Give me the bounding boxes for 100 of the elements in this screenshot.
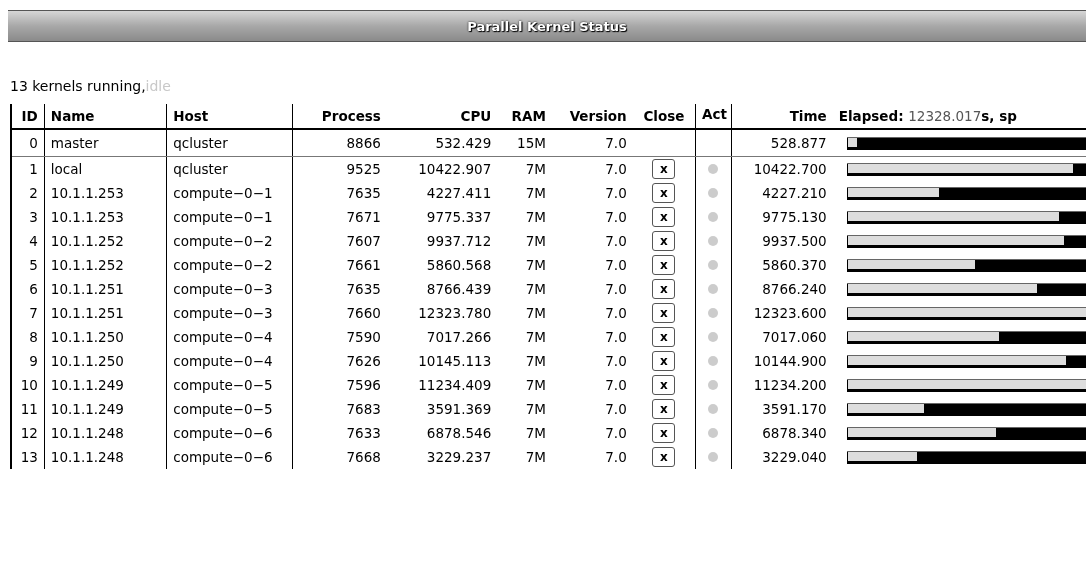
table-cell: compute−0−6 xyxy=(166,421,293,445)
table-cell: 7.0 xyxy=(551,129,633,157)
close-button[interactable]: x xyxy=(652,255,676,275)
table-cell: 7 xyxy=(11,301,45,325)
table-cell-text: 7.0 xyxy=(604,352,628,371)
table-cell: 10144.900 xyxy=(731,349,833,373)
table-cell: 12323.600 xyxy=(731,301,833,325)
close-button[interactable]: x xyxy=(652,279,676,299)
table-cell: 10422.700 xyxy=(731,156,833,181)
table-cell: qcluster xyxy=(166,129,293,157)
table-cell: 5 xyxy=(11,253,45,277)
table-cell-text: 7M xyxy=(524,424,547,443)
table-cell-text: 3591.369 xyxy=(425,400,493,419)
table-cell: 7626 xyxy=(292,349,387,373)
table-cell: 7661 xyxy=(292,253,387,277)
table-cell: master xyxy=(44,129,167,157)
table-cell: 10.1.1.249 xyxy=(44,397,167,421)
table-cell-text: 7017.266 xyxy=(425,328,493,347)
column-header: Time xyxy=(731,104,833,129)
table-cell-text: 7.0 xyxy=(604,400,628,419)
close-button[interactable]: x xyxy=(652,159,676,179)
table-cell: compute−0−2 xyxy=(166,253,293,277)
table-cell: 7M xyxy=(497,156,552,181)
close-button[interactable]: x xyxy=(652,231,676,251)
elapsed-header: Elapsed: 12328.017s, sp xyxy=(832,104,1086,129)
table-cell: compute−0−2 xyxy=(166,229,293,253)
table-cell: 7668 xyxy=(292,445,387,469)
table-cell-text: 7.0 xyxy=(604,376,628,395)
close-button[interactable]: x xyxy=(652,447,676,467)
table-cell-text: 7.0 xyxy=(604,280,628,299)
table-cell: 10 xyxy=(11,373,45,397)
table-cell: 13 xyxy=(11,445,45,469)
table-cell-text: 7.0 xyxy=(604,208,628,227)
table-cell-text: 7M xyxy=(524,352,547,371)
table-cell: compute−0−3 xyxy=(166,277,293,301)
table-cell: 3 xyxy=(11,205,45,229)
table-cell: 10422.907 xyxy=(386,156,498,181)
column-header: Close xyxy=(632,104,696,129)
table-cell: 10.1.1.251 xyxy=(44,277,167,301)
table-cell: compute−0−6 xyxy=(166,445,293,469)
table-cell: 7017.060 xyxy=(731,325,833,349)
table-cell-text: 7.0 xyxy=(604,328,628,347)
table-cell: 5860.370 xyxy=(731,253,833,277)
table-cell: 4 xyxy=(11,229,45,253)
close-button[interactable]: x xyxy=(652,183,676,203)
table-cell: compute−0−4 xyxy=(166,325,293,349)
table-cell: 10.1.1.252 xyxy=(44,229,167,253)
table-cell: qcluster xyxy=(166,156,293,181)
table-cell-text: 7M xyxy=(524,208,547,227)
column-header: CPU xyxy=(386,104,498,129)
table-cell: 10.1.1.250 xyxy=(44,325,167,349)
table-cell-text: 7.0 xyxy=(604,184,628,203)
close-button[interactable]: x xyxy=(652,303,676,323)
table-cell: 10.1.1.250 xyxy=(44,349,167,373)
close-button[interactable]: x xyxy=(652,327,676,347)
close-button[interactable]: x xyxy=(652,399,676,419)
table-cell: 1 xyxy=(11,156,45,181)
table-cell: compute−0−3 xyxy=(166,301,293,325)
close-button[interactable]: x xyxy=(652,207,676,227)
table-cell: 7683 xyxy=(292,397,387,421)
table-cell-text: 7M xyxy=(524,256,547,275)
table-cell: compute−0−4 xyxy=(166,349,293,373)
table-cell: 10.1.1.249 xyxy=(44,373,167,397)
table-cell-text: 7M xyxy=(524,376,547,395)
close-button[interactable]: x xyxy=(652,375,676,395)
table-cell: 7635 xyxy=(292,181,387,205)
table-cell: compute−0−5 xyxy=(166,397,293,421)
table-cell-text: 8766.439 xyxy=(425,280,493,299)
table-cell-text: 7M xyxy=(524,400,547,419)
table-cell: 9775.130 xyxy=(731,205,833,229)
table-cell-text: 7.0 xyxy=(604,424,628,443)
table-cell-text: 3229.237 xyxy=(425,448,493,467)
table-cell: 0 xyxy=(11,129,45,157)
table-cell-text: 7M xyxy=(524,280,547,299)
column-header: ID xyxy=(11,104,45,129)
table-cell: 7635 xyxy=(292,277,387,301)
table-cell-text: 4227.411 xyxy=(425,184,493,203)
table-cell: compute−0−1 xyxy=(166,181,293,205)
table-cell-text: 7.0 xyxy=(604,256,628,275)
close-button[interactable]: x xyxy=(652,423,676,443)
table-cell: 2 xyxy=(11,181,45,205)
table-cell-text: 7.0 xyxy=(604,304,628,323)
table-cell: 9937.500 xyxy=(731,229,833,253)
table-cell: 6878.340 xyxy=(731,421,833,445)
table-cell-text: 7M xyxy=(524,232,547,251)
table-cell: 7633 xyxy=(292,421,387,445)
close-button[interactable]: x xyxy=(652,351,676,371)
table-cell: 6 xyxy=(11,277,45,301)
table-cell: 8766.240 xyxy=(731,277,833,301)
table-cell-text: 12323.780 xyxy=(417,304,493,323)
table-cell-text: 6878.546 xyxy=(425,424,493,443)
table-cell: 3591.170 xyxy=(731,397,833,421)
table-cell-text: 9775.337 xyxy=(425,208,493,227)
table-cell: 10.1.1.252 xyxy=(44,253,167,277)
table-cell-text: 5860.568 xyxy=(425,256,493,275)
column-header: Host xyxy=(166,104,293,129)
table-cell-text: 7.0 xyxy=(604,448,628,467)
table-cell: 7596 xyxy=(292,373,387,397)
table-cell-text: 7M xyxy=(524,328,547,347)
table-cell: compute−0−5 xyxy=(166,373,293,397)
